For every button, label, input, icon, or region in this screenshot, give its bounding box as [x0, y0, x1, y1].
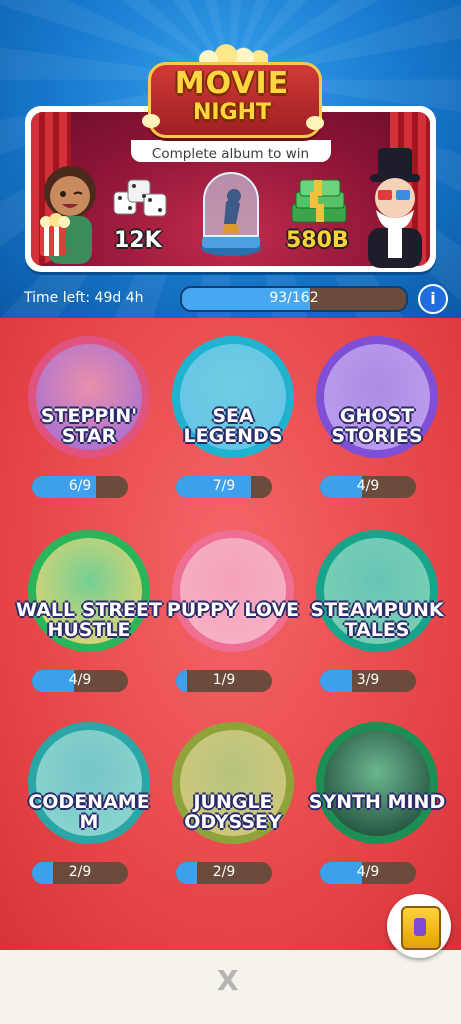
logo-line2: NIGHT [192, 100, 272, 125]
album-title-line2: TALES [344, 619, 410, 641]
album-progress-text: 4/9 [356, 478, 380, 494]
album-progress-text: 93/162 [269, 290, 319, 306]
album-progress: 3/9 [320, 670, 416, 692]
album-tile[interactable]: PUPPY LOVE 1/9 [162, 524, 312, 724]
album-progress: 2/9 [176, 862, 272, 884]
trophy-dome-icon [201, 172, 261, 256]
album-progress-text: 4/9 [68, 672, 92, 688]
time-left-label: Time left: 49d 4h [24, 290, 144, 306]
album-title-line1: GHOST [339, 405, 415, 427]
album-progress-text: 2/9 [68, 864, 92, 880]
album-title-line1: WALL STREET [16, 599, 162, 621]
album-title-line1: PUPPY LOVE [166, 599, 300, 621]
album-title-line2: M [79, 811, 99, 833]
album-progress-text: 1/9 [212, 672, 236, 688]
album-progress: 4/9 [320, 862, 416, 884]
album-title-line1: CODENAME [28, 791, 150, 813]
album-title-line1: STEAMPUNK [310, 599, 444, 621]
album-tile[interactable]: STEAMPUNK TALES 3/9 [306, 524, 456, 724]
album-progress: 7/9 [176, 476, 272, 498]
album-tile[interactable]: SEA LEGENDS 7/9 [162, 330, 312, 530]
album-progress-text: 3/9 [356, 672, 380, 688]
album-progress: 4/9 [320, 476, 416, 498]
logo-line1: MOVIE [174, 66, 290, 101]
popcorn-piece [142, 114, 160, 128]
album-title: SEA LEGENDS [154, 406, 312, 446]
album-title-line2: LEGENDS [183, 425, 283, 447]
cash-reward-amount: 580B [286, 228, 349, 253]
album-tile[interactable]: WALL STREET HUSTLE 4/9 [16, 524, 168, 724]
album-progress: 6/9 [32, 476, 128, 498]
album-title-line2: HUSTLE [47, 619, 131, 641]
album-progress-bar: 93/162 [180, 286, 408, 312]
album-progress-text: 6/9 [68, 478, 92, 494]
popcorn-piece [306, 116, 324, 130]
album-tile[interactable]: STEPPIN' STAR 6/9 [18, 330, 168, 530]
album-progress: 4/9 [32, 670, 128, 692]
album-title: STEAMPUNK TALES [298, 600, 456, 640]
album-title-line1: SYNTH MIND [308, 791, 446, 813]
album-title: STEPPIN' STAR [10, 406, 168, 446]
album-title-line2: ODYSSEY [184, 811, 282, 833]
album-progress-text: 7/9 [212, 478, 236, 494]
album-progress-text: 4/9 [356, 864, 380, 880]
album-progress: 1/9 [176, 670, 272, 692]
album-title: WALL STREET HUSTLE [10, 600, 168, 640]
album-title-line2: STORIES [331, 425, 423, 447]
album-tile[interactable]: GHOST STORIES 4/9 [306, 330, 456, 530]
cash-reward-icon [291, 179, 347, 223]
album-title-line2: STAR [61, 425, 117, 447]
info-button[interactable]: i [418, 284, 448, 314]
album-art [324, 730, 430, 836]
girl-popcorn-character [40, 166, 96, 264]
album-progress-text: 2/9 [212, 864, 236, 880]
album-title-line1: STEPPIN' [40, 405, 138, 427]
album-title: PUPPY LOVE [154, 600, 312, 620]
album-title-line1: JUNGLE [193, 791, 273, 813]
close-icon[interactable]: X [217, 964, 239, 997]
dice-reward-icon [113, 179, 167, 217]
mr-monopoly-3d-glasses-character [368, 148, 422, 268]
vault-icon [401, 906, 441, 950]
album-title: CODENAME M [10, 792, 168, 832]
movie-night-logo: MOVIE NIGHT [142, 44, 324, 138]
album-art [180, 538, 286, 644]
dice-reward-amount: 12K [114, 228, 162, 253]
album-tile[interactable]: JUNGLE ODYSSEY 2/9 [162, 716, 312, 916]
album-title: SYNTH MIND [298, 792, 456, 812]
album-progress: 2/9 [32, 862, 128, 884]
album-subtitle: Complete album to win [151, 146, 310, 162]
album-title-line1: SEA [212, 405, 254, 427]
album-tile[interactable]: SYNTH MIND 4/9 [306, 716, 456, 916]
album-tile[interactable]: CODENAME M 2/9 [18, 716, 168, 916]
album-title: GHOST STORIES [298, 406, 456, 446]
sticker-vault-button[interactable] [387, 894, 451, 958]
album-title: JUNGLE ODYSSEY [154, 792, 312, 832]
